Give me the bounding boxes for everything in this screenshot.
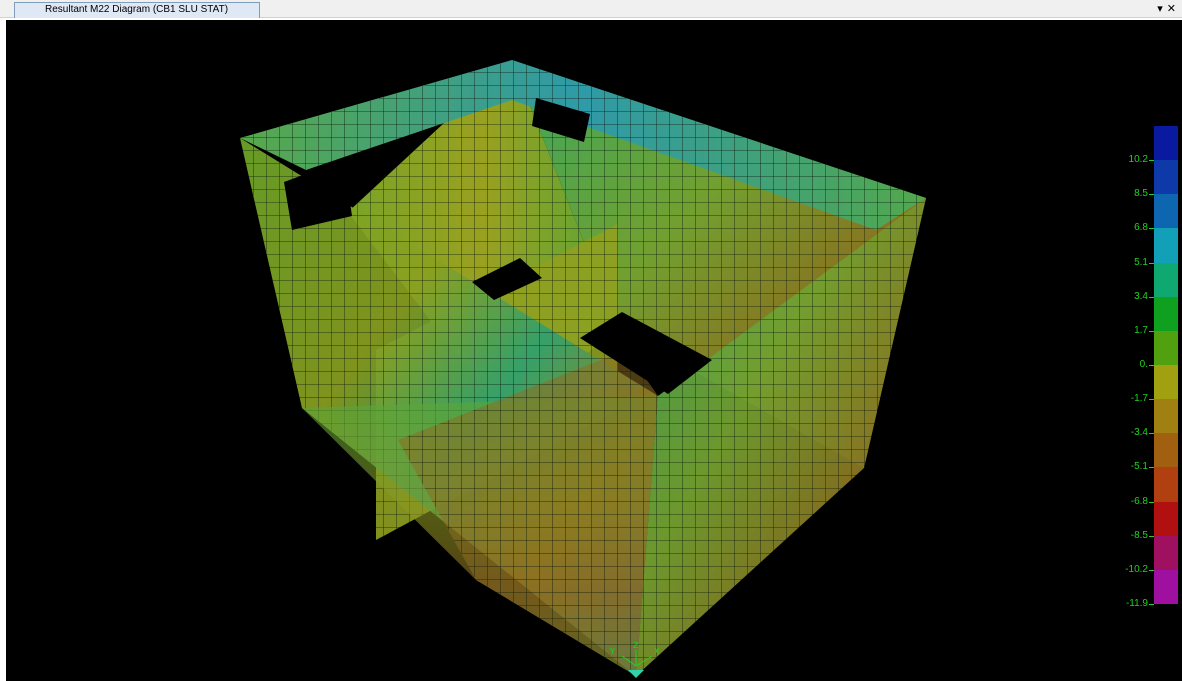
legend-tick [1149,262,1154,264]
legend-swatch [1154,535,1178,571]
legend-tick [1149,569,1154,571]
legend-label: 10.2 [1128,154,1148,166]
legend-swatch [1154,501,1178,537]
legend-tick [1149,194,1154,196]
legend-label: -1.7 [1130,393,1148,405]
chevron-down-icon[interactable]: ▾ [1157,1,1163,17]
legend-tick [1149,330,1154,332]
legend-swatch [1154,296,1178,332]
legend-label: 3.4 [1134,290,1148,302]
legend-swatch [1154,160,1178,195]
legend-tick [1149,433,1154,435]
legend-tick [1149,160,1154,162]
model-viewport[interactable]: Y Z X [6,20,1182,681]
legend-tick [1149,399,1154,401]
legend-tick [1149,467,1154,469]
legend-swatch [1154,467,1178,503]
legend-swatch [1154,194,1178,229]
legend-tick [1149,228,1154,230]
axis-label-x: X [654,647,660,656]
legend-swatch [1154,433,1178,468]
legend-swatch [1154,126,1178,161]
close-icon[interactable]: ✕ [1167,1,1176,17]
diagram-tab[interactable]: Resultant M22 Diagram (CB1 SLU STAT) [14,2,260,18]
contour-color-legend: 10.2 8.5 6.8 5.1 3.4 1.7 0. -1.7 -3.4 -5.1 -6.8 -8.… [1125,126,1178,609]
legend-label: 6.8 [1134,222,1148,234]
legend-tick [1149,501,1154,503]
legend-tick [1149,604,1154,605]
legend-label: -8.5 [1130,529,1148,541]
legend-swatch [1154,365,1178,400]
legend-swatch [1154,262,1178,298]
legend-tick [1149,296,1154,298]
legend-swatch [1154,569,1178,605]
legend-label: 8.5 [1134,188,1148,200]
axis-label-y: Y [609,647,615,656]
legend-label: 0. [1139,359,1148,370]
legend-label: 5.1 [1134,256,1148,268]
legend-swatch [1154,228,1178,264]
legend-label: -3.4 [1130,427,1148,439]
tab-controls: ▾ ✕ [1157,1,1176,17]
structure-3d-view[interactable]: Y Z X [6,20,1182,681]
axis-label-z: Z [633,641,639,650]
legend-label: -6.8 [1130,495,1148,507]
legend-label: -10.2 [1125,563,1148,575]
legend-tick [1149,535,1154,537]
legend-swatch [1154,330,1178,366]
legend-label: -5.1 [1130,461,1148,473]
legend-label: 1.7 [1134,324,1148,336]
legend-swatch [1154,399,1178,434]
legend-label: -11.9 [1125,598,1148,609]
document-tab-bar: Resultant M22 Diagram (CB1 SLU STAT) ▾ ✕ [0,0,1182,18]
legend-tick [1149,365,1154,366]
